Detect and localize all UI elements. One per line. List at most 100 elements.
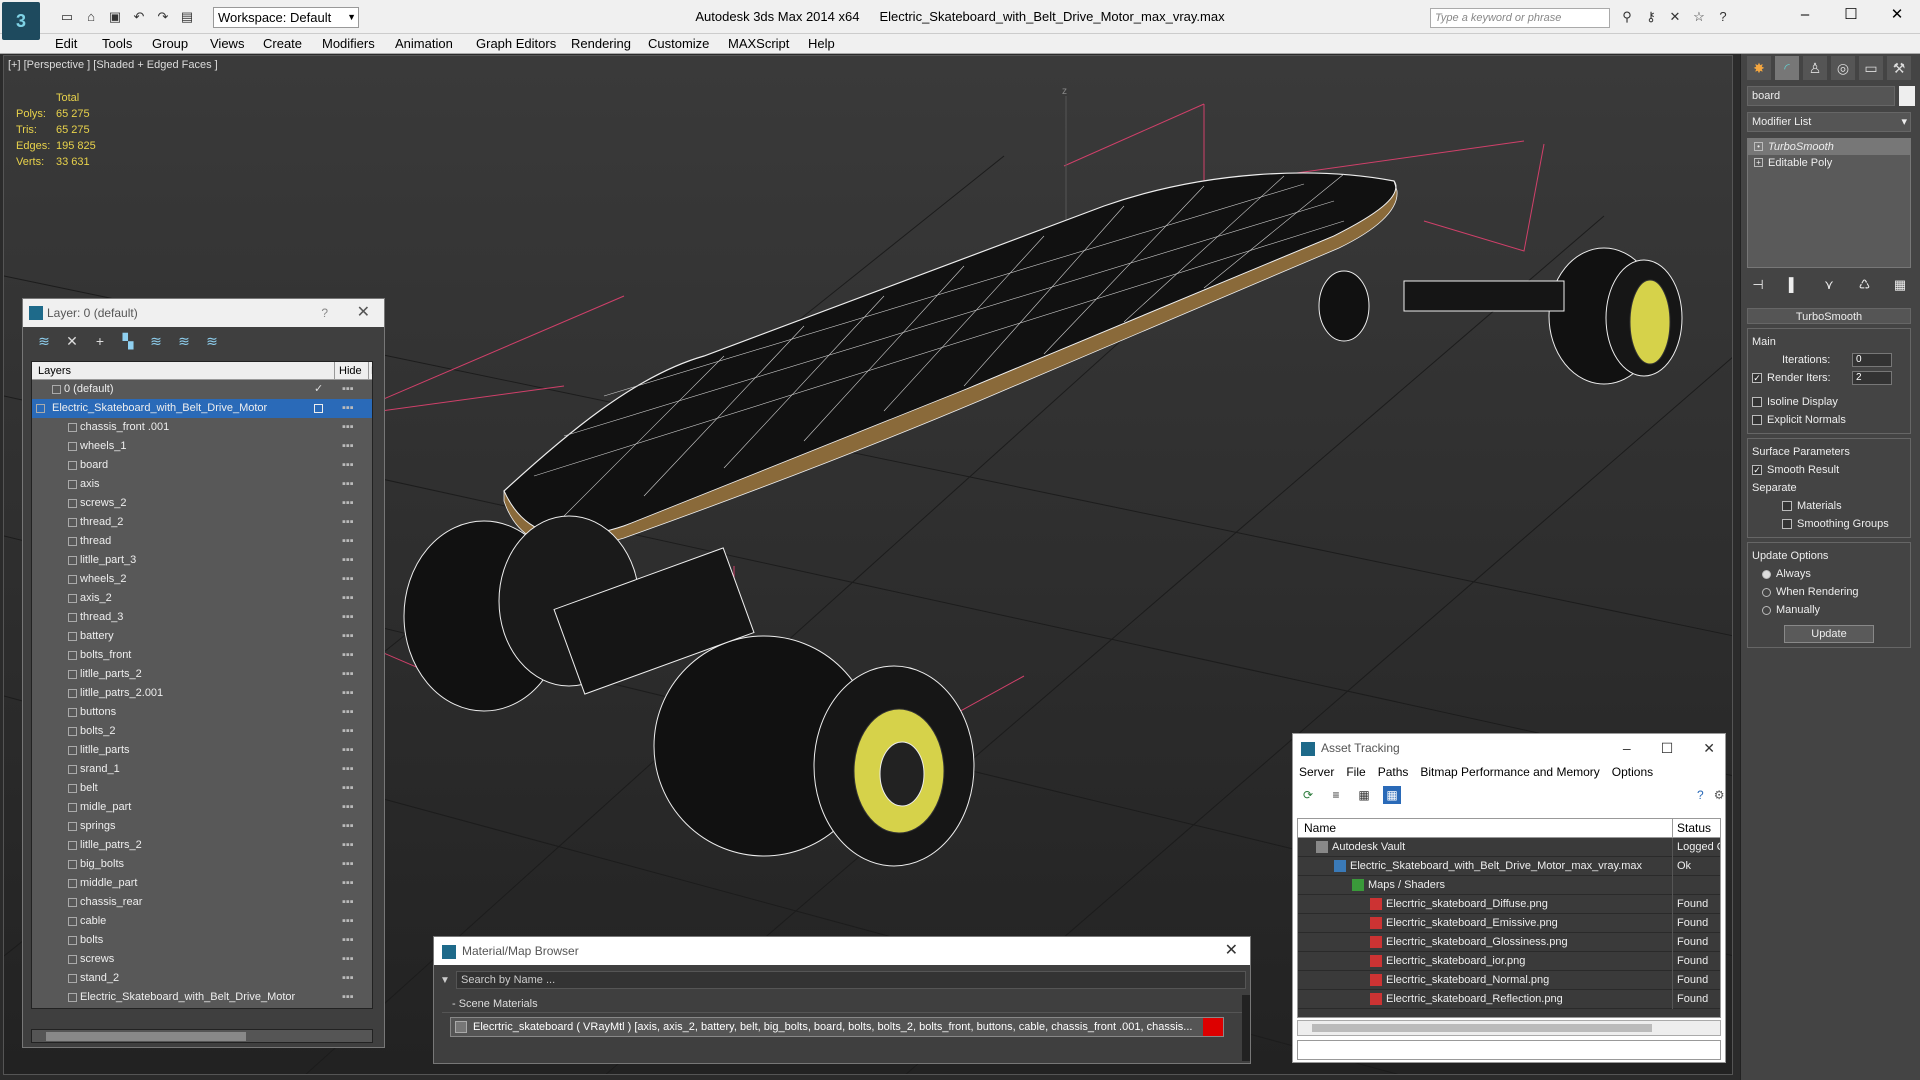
- menu-help[interactable]: Help: [808, 34, 835, 54]
- help-icon[interactable]: ?: [321, 299, 328, 327]
- layer-object-row[interactable]: litlle_part_3 ▪▪▪: [32, 551, 372, 570]
- redo-icon[interactable]: ↷: [154, 8, 172, 26]
- hide-toggle[interactable]: ▪▪▪: [342, 703, 354, 722]
- asset-menu-paths[interactable]: Paths: [1378, 762, 1409, 782]
- menu-graph-editors[interactable]: Graph Editors: [476, 34, 556, 54]
- hide-toggle[interactable]: ▪▪▪: [342, 988, 354, 1007]
- asset-menu-bitmap-performance-and-memory[interactable]: Bitmap Performance and Memory: [1420, 762, 1599, 782]
- skateboard-deck[interactable]: [503, 172, 1398, 548]
- thumbnail-icon[interactable]: ▦: [1355, 786, 1373, 804]
- render-iters-checkbox[interactable]: ✓: [1752, 373, 1762, 384]
- delete-layer-icon[interactable]: ✕: [63, 332, 81, 350]
- binoculars-icon[interactable]: ⚲: [1618, 8, 1636, 26]
- hide-toggle[interactable]: ▪▪▪: [342, 836, 354, 855]
- menu-tools[interactable]: Tools: [102, 34, 132, 54]
- modify-tab-icon[interactable]: ◜: [1775, 56, 1799, 80]
- asset-row[interactable]: Autodesk Vault Logged Out: [1298, 838, 1720, 857]
- active-layer-toggle[interactable]: [314, 404, 323, 413]
- star-icon[interactable]: ☆: [1690, 8, 1708, 26]
- asset-menu-file[interactable]: File: [1346, 762, 1365, 782]
- maximize-icon[interactable]: ☐: [1828, 0, 1874, 30]
- asset-row[interactable]: Electric_Skateboard_with_Belt_Drive_Moto…: [1298, 857, 1720, 876]
- asset-row[interactable]: Elecrtric_skateboard_Reflection.png Found: [1298, 990, 1720, 1009]
- hide-toggle[interactable]: ▪▪▪: [342, 760, 354, 779]
- search-input[interactable]: Type a keyword or phrase: [1430, 8, 1610, 28]
- explicit-normals-checkbox[interactable]: [1752, 415, 1762, 426]
- help-icon[interactable]: ?: [1714, 8, 1732, 26]
- maximize-icon[interactable]: ☐: [1661, 734, 1674, 762]
- show-end-result-icon[interactable]: ▌: [1783, 274, 1805, 296]
- hide-toggle[interactable]: ▪▪▪: [342, 494, 354, 513]
- hide-toggle[interactable]: ▪▪▪: [342, 779, 354, 798]
- menu-rendering[interactable]: Rendering: [571, 34, 631, 54]
- minimize-icon[interactable]: –: [1782, 0, 1828, 30]
- asset-hscrollbar[interactable]: [1297, 1020, 1721, 1036]
- utilities-tab-icon[interactable]: ⚒: [1887, 56, 1911, 80]
- add-to-layer-icon[interactable]: +: [91, 332, 109, 350]
- menu-views[interactable]: Views: [210, 34, 244, 54]
- undo-icon[interactable]: ↶: [130, 8, 148, 26]
- hide-all-icon[interactable]: ≋: [175, 332, 193, 350]
- menu-animation[interactable]: Animation: [395, 34, 453, 54]
- layer-object-row[interactable]: thread_3 ▪▪▪: [32, 608, 372, 627]
- hide-toggle[interactable]: ▪▪▪: [342, 741, 354, 760]
- column-hide[interactable]: Hide: [334, 362, 362, 380]
- make-unique-icon[interactable]: ⋎: [1818, 274, 1840, 296]
- smoothing-groups-checkbox[interactable]: [1782, 519, 1792, 530]
- open-file-icon[interactable]: ⌂: [82, 8, 100, 26]
- hide-toggle[interactable]: ▪▪▪: [342, 855, 354, 874]
- menu-edit[interactable]: Edit: [55, 34, 77, 54]
- options-triangle-icon[interactable]: ▼: [440, 975, 450, 986]
- object-name-field[interactable]: board: [1747, 86, 1895, 106]
- asset-row[interactable]: Elecrtric_skateboard_ior.png Found: [1298, 952, 1720, 971]
- layer-object-row[interactable]: screws_2 ▪▪▪: [32, 494, 372, 513]
- materials-checkbox[interactable]: [1782, 501, 1792, 512]
- hide-toggle[interactable]: ▪▪▪: [342, 551, 354, 570]
- remove-modifier-icon[interactable]: ♺: [1854, 274, 1876, 296]
- layer-object-row[interactable]: stand_2 ▪▪▪: [32, 969, 372, 988]
- asset-row[interactable]: Elecrtric_skateboard_Emissive.png Found: [1298, 914, 1720, 933]
- column-freeze[interactable]: F: [368, 362, 372, 380]
- front-wheels[interactable]: [403, 515, 975, 867]
- display-tab-icon[interactable]: ▭: [1859, 56, 1883, 80]
- hide-toggle[interactable]: ▪▪▪: [342, 570, 354, 589]
- layer-object-row[interactable]: litlle_patrs_2 ▪▪▪: [32, 836, 372, 855]
- layer-dialog-titlebar[interactable]: Layer: 0 (default) ? ✕: [23, 299, 384, 327]
- freeze-all-icon[interactable]: ≋: [203, 332, 221, 350]
- layer-object-row[interactable]: bolts ▪▪▪: [32, 931, 372, 950]
- object-color-swatch[interactable]: [1899, 86, 1915, 106]
- new-layer-icon[interactable]: ≋: [35, 332, 53, 350]
- layer-hscrollbar[interactable]: [31, 1029, 373, 1043]
- hide-toggle[interactable]: ▪▪▪: [342, 532, 354, 551]
- material-item[interactable]: Elecrtric_skateboard ( VRayMtl ) [axis, …: [450, 1017, 1224, 1037]
- asset-menu-options[interactable]: Options: [1612, 762, 1653, 782]
- layer-object-row[interactable]: wheels_1 ▪▪▪: [32, 437, 372, 456]
- save-icon[interactable]: ▣: [106, 8, 124, 26]
- render-iters-spinner[interactable]: 2: [1852, 371, 1892, 385]
- exchange-icon[interactable]: ✕: [1666, 8, 1684, 26]
- hide-toggle[interactable]: ▪▪▪: [342, 475, 354, 494]
- hide-toggle[interactable]: ▪▪▪: [342, 684, 354, 703]
- manually-radio[interactable]: [1762, 605, 1771, 615]
- layer-object-row[interactable]: battery ▪▪▪: [32, 627, 372, 646]
- hide-toggle[interactable]: ▪▪▪: [342, 589, 354, 608]
- iterations-spinner[interactable]: 0: [1852, 353, 1892, 367]
- scroll-thumb[interactable]: [1312, 1024, 1652, 1032]
- layer-object-row[interactable]: screws ▪▪▪: [32, 950, 372, 969]
- lightbulb-icon[interactable]: •: [1754, 142, 1763, 151]
- new-file-icon[interactable]: ▭: [58, 8, 76, 26]
- rear-wheels[interactable]: [1318, 247, 1683, 385]
- layer-object-row[interactable]: wheels_2 ▪▪▪: [32, 570, 372, 589]
- hide-toggle[interactable]: ▪▪▪: [342, 456, 354, 475]
- layer-row-selected[interactable]: Electric_Skateboard_with_Belt_Drive_Moto…: [32, 399, 372, 418]
- material-browser-titlebar[interactable]: Material/Map Browser ✕: [434, 937, 1250, 965]
- asset-row[interactable]: Elecrtric_skateboard_Diffuse.png Found: [1298, 895, 1720, 914]
- layer-object-row[interactable]: axis ▪▪▪: [32, 475, 372, 494]
- highlight-icon[interactable]: ⚙: [1714, 786, 1725, 804]
- hide-toggle[interactable]: ▪▪▪: [342, 646, 354, 665]
- stack-item-editable-poly[interactable]: + Editable Poly: [1748, 155, 1910, 171]
- refresh-icon[interactable]: ⟳: [1299, 786, 1317, 804]
- layer-object-row[interactable]: bolts_2 ▪▪▪: [32, 722, 372, 741]
- always-radio[interactable]: [1762, 569, 1771, 579]
- hide-toggle[interactable]: ▪▪▪: [342, 418, 354, 437]
